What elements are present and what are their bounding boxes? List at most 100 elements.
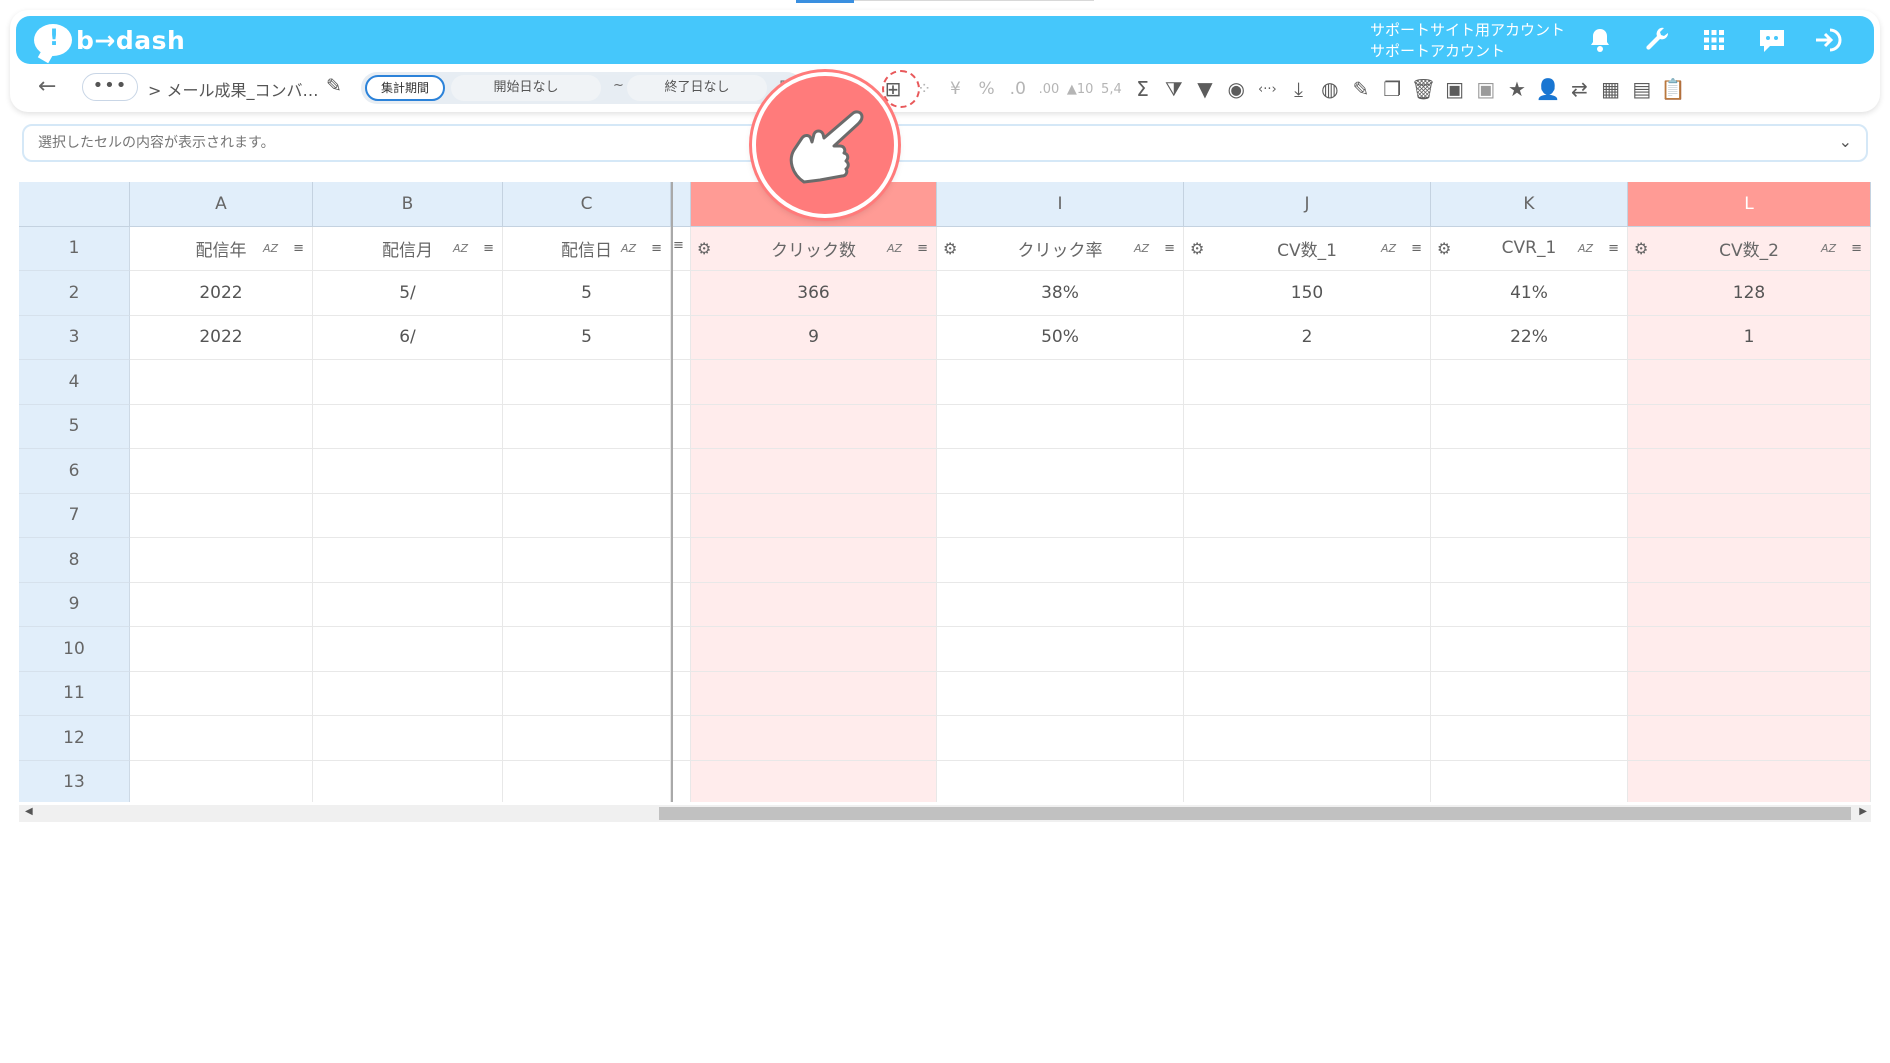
table-cell[interactable] [503,716,671,761]
table-cell[interactable] [937,538,1184,583]
table-cell[interactable]: 2022 [130,271,313,316]
table-cell[interactable] [1628,449,1871,494]
table-cell[interactable] [937,716,1184,761]
column-header-L[interactable]: L [1628,182,1871,227]
field-header-cell[interactable]: クリック数 ⚙ AZ ≡ [691,226,937,271]
gear-icon[interactable]: ⚙ [1634,239,1648,258]
row-number[interactable]: 7 [19,493,130,538]
sort-az-icon[interactable]: AZ [1578,242,1593,255]
table-cell[interactable] [1184,449,1431,494]
column-header-I[interactable]: I [937,182,1184,227]
table-cell[interactable] [1431,538,1628,583]
gear-icon[interactable]: ⚙ [697,239,711,258]
table-cell[interactable] [130,493,313,538]
column-header-K[interactable]: K [1431,182,1628,227]
filter-icon[interactable]: ≡ [651,241,662,256]
sort-az-icon[interactable]: AZ [453,242,468,255]
column-header-J[interactable]: J [1184,182,1431,227]
table-cell[interactable] [937,627,1184,672]
table-cell[interactable] [1628,627,1871,672]
table-cell[interactable] [937,360,1184,405]
user-check-icon[interactable]: 👤 [1533,76,1563,102]
table-cell[interactable] [691,671,937,716]
table-cell[interactable] [1184,671,1431,716]
edit-icon[interactable]: ✎ [1346,76,1376,102]
table-cell[interactable] [937,449,1184,494]
table-cell[interactable] [313,538,503,583]
table-cell[interactable]: 128 [1628,271,1871,316]
table-cell[interactable] [1628,716,1871,761]
scroll-left-icon[interactable]: ◀ [25,806,33,817]
decimal-decrease-icon[interactable]: .0 [1003,76,1033,102]
table-cell[interactable] [691,404,937,449]
table-cell[interactable] [1184,716,1431,761]
table-cell[interactable] [691,760,937,802]
sort-az-icon[interactable]: AZ [263,242,278,255]
table-cell[interactable] [1431,404,1628,449]
table-cell[interactable] [313,627,503,672]
chart-icon[interactable]: ◍ [1315,76,1345,102]
table-cell[interactable] [691,538,937,583]
table-cell[interactable] [313,493,503,538]
table-cell[interactable] [1184,538,1431,583]
table-cell[interactable] [1431,360,1628,405]
table-cell[interactable] [130,716,313,761]
filter-icon[interactable]: ≡ [1164,241,1175,256]
table-cell[interactable] [1628,493,1871,538]
row-number[interactable]: 10 [19,627,130,672]
table-cell[interactable] [503,360,671,405]
table-cell[interactable]: 22% [1431,315,1628,360]
table-cell[interactable] [1184,404,1431,449]
end-date-button[interactable]: 終了日なし [627,75,767,101]
sort-az-icon[interactable]: AZ [621,242,636,255]
wrench-icon[interactable] [1642,24,1674,56]
table-cell[interactable] [1184,627,1431,672]
back-button[interactable]: ← [38,74,56,99]
field-header-cell[interactable]: CV数_2 ⚙ AZ ≡ [1628,226,1871,271]
table-cell[interactable] [1628,404,1871,449]
clipboard-icon[interactable]: 📋 [1658,76,1688,102]
number-format-2-icon[interactable]: 5,4 [1096,76,1126,102]
trash-icon[interactable]: 🗑 [1408,76,1438,102]
table-cell[interactable]: 1 [1628,315,1871,360]
row-number[interactable]: 2 [19,271,130,316]
field-header-cell[interactable]: 配信月 AZ ≡ [313,226,503,271]
table-cell[interactable] [130,671,313,716]
gear-icon[interactable]: ⚙ [1437,239,1451,258]
corner-cell[interactable] [19,182,130,227]
table-cell[interactable] [1628,582,1871,627]
row-number[interactable]: 8 [19,538,130,583]
decimal-increase-icon[interactable]: .00 [1034,76,1064,102]
row-number[interactable]: 1 [19,226,130,271]
table-cell[interactable] [130,538,313,583]
chat-robot-icon[interactable] [1756,24,1788,56]
table-cell[interactable] [130,582,313,627]
filter-icon[interactable]: ≡ [917,241,928,256]
filter-clear-icon[interactable]: ⧩ [1159,76,1189,102]
table-cell[interactable] [130,760,313,802]
breadcrumb[interactable]: > メール成果_コンバ… [148,77,319,101]
table-cell[interactable] [313,404,503,449]
number-format-icon[interactable]: ▲10 [1065,76,1095,102]
table-cell[interactable] [1628,760,1871,802]
row-number[interactable]: 13 [19,760,130,802]
chevron-down-icon[interactable]: ⌄ [1839,132,1852,151]
code-icon[interactable]: ‹··› [1252,76,1282,102]
table-cell[interactable] [503,449,671,494]
apps-grid-icon[interactable] [1698,24,1730,56]
filter-icon[interactable]: ▼ [1190,76,1220,102]
row-number[interactable]: 3 [19,315,130,360]
table-cell[interactable] [130,449,313,494]
sort-az-icon[interactable]: AZ [887,242,902,255]
table-cell[interactable] [1431,449,1628,494]
period-label-button[interactable]: 集計期間 [365,75,445,101]
table-cell[interactable] [1628,538,1871,583]
sort-az-icon[interactable]: AZ [1381,242,1396,255]
field-header-cell[interactable]: クリック率 ⚙ AZ ≡ [937,226,1184,271]
sum-icon[interactable]: Σ [1128,76,1158,102]
table-cell[interactable]: 5 [503,315,671,360]
gear-icon[interactable]: ⚙ [943,239,957,258]
table-cell[interactable]: 2022 [130,315,313,360]
table-cell[interactable] [503,538,671,583]
filter-icon[interactable]: ≡ [1411,241,1422,256]
